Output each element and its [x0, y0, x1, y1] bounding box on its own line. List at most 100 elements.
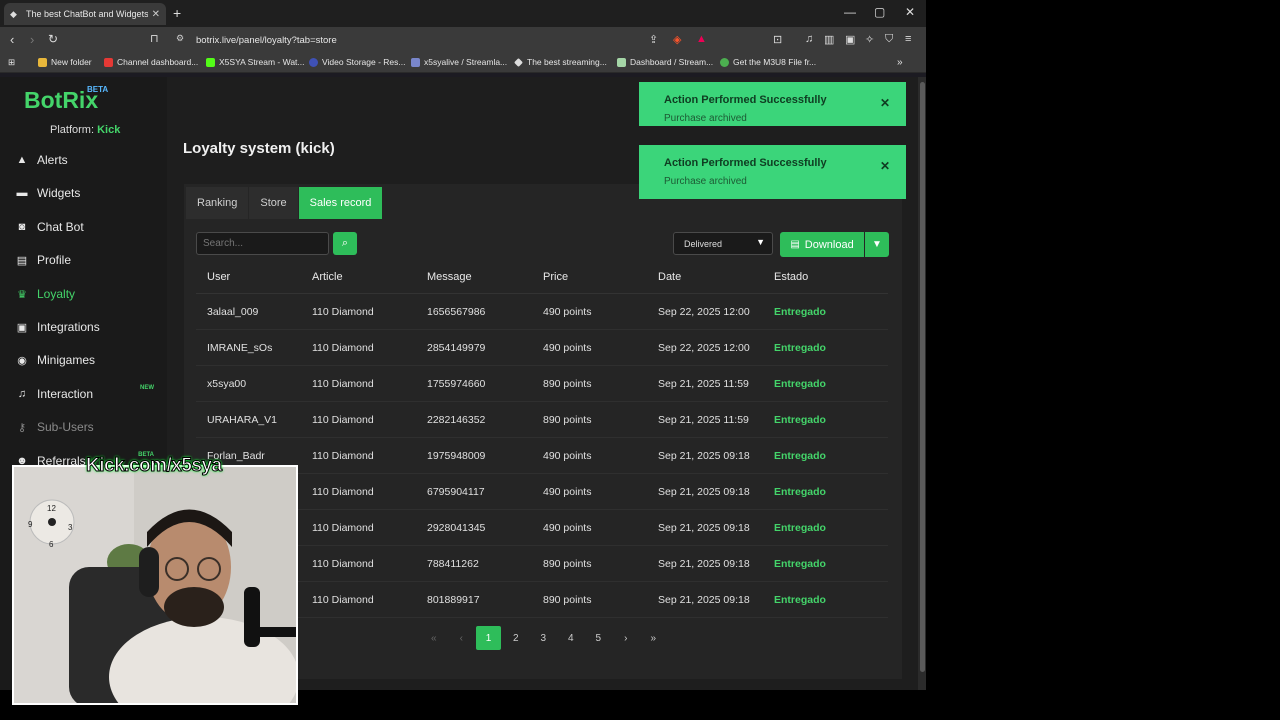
table-row: URAHARA_V1 110 Diamond 2282146352 890 point… [196, 402, 888, 438]
search-input[interactable] [196, 232, 329, 255]
bookmark-icon[interactable]: ⊓ [150, 32, 159, 45]
close-icon[interactable]: ✕ [880, 96, 890, 110]
menu-icon[interactable]: ≡ [905, 33, 911, 45]
download-button[interactable]: ▤ Download [780, 232, 864, 257]
share-icon[interactable]: ⇪ [649, 33, 658, 46]
prev-page-button[interactable]: ‹ [448, 626, 476, 650]
column-header[interactable]: Message [427, 271, 543, 283]
page-button[interactable]: 5 [585, 626, 613, 650]
sidebar-item-chat-bot[interactable]: ◙ Chat Bot [14, 220, 164, 234]
column-header[interactable]: Date [658, 271, 774, 283]
cell-user: 3alaal_009 [207, 305, 259, 318]
browser-tab[interactable]: ◆ The best ChatBot and Widgets f ✕ [4, 3, 166, 25]
brave-shield-icon[interactable]: ◈ [673, 33, 681, 46]
cell-date: Sep 21, 2025 09:18 [658, 449, 750, 462]
bookmark-item[interactable]: Channel dashboard... [104, 57, 198, 67]
sidebar-item-loyalty[interactable]: ♛ Loyalty [14, 287, 164, 301]
cell-price: 890 points [543, 377, 592, 390]
cell-date: Sep 22, 2025 12:00 [658, 341, 750, 354]
page-button[interactable]: 3 [530, 626, 558, 650]
search-button[interactable]: ⌕ [333, 232, 357, 255]
url-text: botrix.live/panel/loyalty?tab=store [196, 34, 337, 46]
new-tab-button[interactable]: + [173, 5, 181, 21]
column-header[interactable]: Price [543, 271, 658, 283]
apps-grid-icon[interactable]: ⊞ [8, 57, 15, 68]
reload-icon[interactable]: ↻ [48, 32, 58, 46]
cell-price: 490 points [543, 449, 592, 462]
cell-estado[interactable]: Entregado [774, 306, 888, 318]
first-page-button[interactable]: « [420, 626, 448, 650]
cell-price: 890 points [543, 557, 592, 570]
page-button[interactable]: 1 [476, 626, 501, 650]
cell-estado[interactable]: Entregado [774, 558, 888, 570]
forward-icon[interactable]: › [30, 32, 34, 47]
maximize-button[interactable]: ▢ [874, 5, 885, 19]
column-header[interactable]: User [196, 271, 312, 283]
cell-user: x5sya00 [207, 377, 247, 390]
bookmark-item[interactable]: X5SYA Stream - Wat... [206, 57, 305, 67]
address-bar[interactable]: ⚙ botrix.live/panel/loyalty?tab=store [170, 30, 714, 50]
bookmark-item[interactable]: x5syalive / Streamla... [411, 57, 507, 67]
sidebar-item-interaction[interactable]: ♫ Interaction NEW [14, 385, 164, 401]
tab-close-icon[interactable]: ✕ [152, 9, 160, 20]
close-window-button[interactable]: ✕ [905, 5, 915, 19]
cell-date: Sep 21, 2025 09:18 [658, 485, 750, 498]
table-row: 3alaal_009 110 Diamond 1656567986 490 point… [196, 294, 888, 330]
tab-sales-record[interactable]: Sales record [298, 187, 383, 219]
cell-estado[interactable]: Entregado [774, 522, 888, 534]
bookmark-item[interactable]: New folder [38, 57, 92, 67]
cell-message: 1755974660 [427, 377, 486, 390]
sidebar-item-integrations[interactable]: ▣ Integrations [14, 320, 164, 334]
beta-label: BETA [87, 85, 109, 94]
more-bookmarks-icon[interactable]: » [897, 57, 903, 68]
svg-text:3: 3 [68, 523, 73, 532]
cell-article: 110 Diamond [312, 413, 374, 426]
status-filter-select[interactable]: Delivered ▼ [673, 232, 773, 255]
cell-estado[interactable]: Entregado [774, 486, 888, 498]
last-page-button[interactable]: » [640, 626, 668, 650]
cell-price: 490 points [543, 521, 592, 534]
cell-estado[interactable]: Entregado [774, 594, 888, 606]
page-button[interactable]: 4 [557, 626, 585, 650]
media-icon[interactable]: ♫ [805, 33, 813, 45]
bookmark-label: Dashboard / Stream... [630, 57, 714, 67]
robot-icon: ◙ [18, 221, 26, 233]
cell-estado[interactable]: Entregado [774, 378, 888, 390]
page-button[interactable]: 2 [502, 626, 530, 650]
sidebar-item-profile[interactable]: ▤ Profile [14, 253, 164, 267]
close-icon[interactable]: ✕ [880, 159, 890, 173]
vpn-icon[interactable]: ⛉ [885, 33, 893, 46]
sidebar-toggle-icon[interactable]: ▥ [824, 33, 834, 46]
screenshot-icon[interactable]: ⊡ [773, 33, 782, 46]
sidebar-item-alerts[interactable]: ▲ Alerts [14, 153, 164, 167]
download-options-button[interactable]: ▼ [865, 232, 889, 257]
streamlabs-icon [411, 57, 420, 67]
cell-price: 490 points [543, 305, 592, 318]
minimize-button[interactable]: — [844, 5, 856, 19]
cell-estado[interactable]: Entregado [774, 342, 888, 354]
extensions-icon[interactable]: ✧ [865, 33, 874, 46]
sidebar-item-sub-users[interactable]: ⚷ Sub-Users [14, 420, 164, 434]
bookmark-item[interactable]: The best streaming... [514, 57, 607, 67]
bookmark-item[interactable]: Video Storage - Res... [309, 57, 405, 67]
tab-ranking[interactable]: Ranking [186, 187, 249, 219]
rewards-icon[interactable]: ▲ [696, 33, 707, 45]
table-row: IMRANE_sOs 110 Diamond 2854149979 490 point… [196, 330, 888, 366]
sidebar-item-minigames[interactable]: ◉ Minigames [14, 353, 164, 367]
back-icon[interactable]: ‹ [10, 32, 14, 47]
next-page-button[interactable]: › [612, 626, 640, 650]
cell-message: 6795904117 [427, 485, 485, 498]
tab-store[interactable]: Store [249, 187, 298, 219]
wallet-icon[interactable]: ▣ [845, 33, 855, 46]
cell-date: Sep 21, 2025 11:59 [658, 413, 749, 426]
column-header[interactable]: Article [312, 271, 427, 283]
column-header[interactable]: Estado [774, 271, 888, 283]
bookmark-item[interactable]: Get the M3U8 File fr... [720, 57, 816, 67]
bookmark-item[interactable]: Dashboard / Stream... [617, 57, 713, 67]
cell-estado[interactable]: Entregado [774, 450, 888, 462]
bookmark-label: The best streaming... [527, 57, 607, 67]
scrollbar-thumb[interactable] [920, 82, 925, 672]
sidebar-item-widgets[interactable]: ▬ Widgets [14, 186, 164, 200]
cell-estado[interactable]: Entregado [774, 414, 888, 426]
site-settings-icon[interactable]: ⚙ [176, 33, 184, 44]
